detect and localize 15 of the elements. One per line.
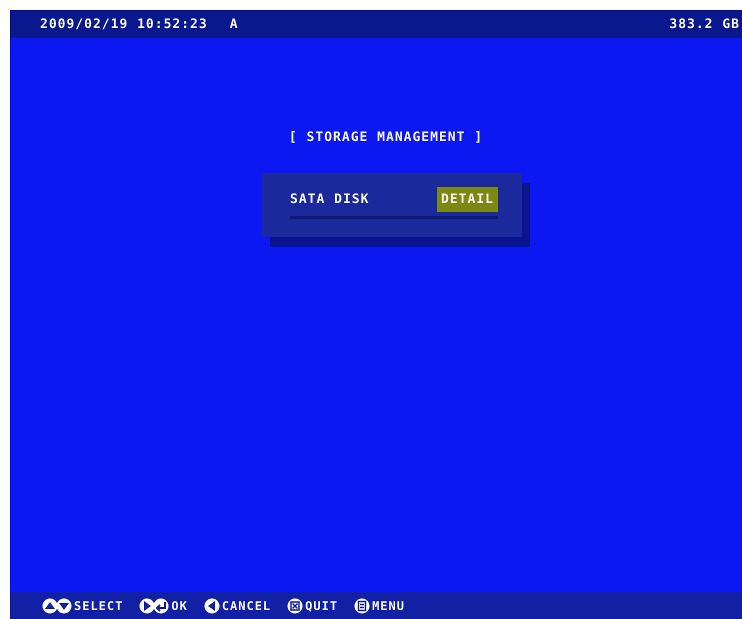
hint-label: MENU <box>372 598 405 612</box>
hint-label: QUIT <box>305 598 338 612</box>
close-icon <box>287 598 304 614</box>
detail-button[interactable]: DETAIL <box>437 187 498 212</box>
date-time: 2009/02/19 10:52:23 <box>40 16 208 32</box>
hint-label: CANCEL <box>222 598 272 612</box>
up-down-arrows-icon <box>42 598 72 614</box>
menu-title: [ STORAGE MANAGEMENT ] <box>288 130 484 145</box>
hint-label: OK <box>171 598 188 612</box>
menu-item-label: SATA DISK <box>290 192 370 207</box>
disk-capacity: 383.2 GB <box>669 16 740 32</box>
menu-icon <box>354 598 370 614</box>
channel-label: A <box>230 16 239 32</box>
right-enter-arrows-icon <box>139 598 170 614</box>
hint-label: SELECT <box>74 598 124 612</box>
